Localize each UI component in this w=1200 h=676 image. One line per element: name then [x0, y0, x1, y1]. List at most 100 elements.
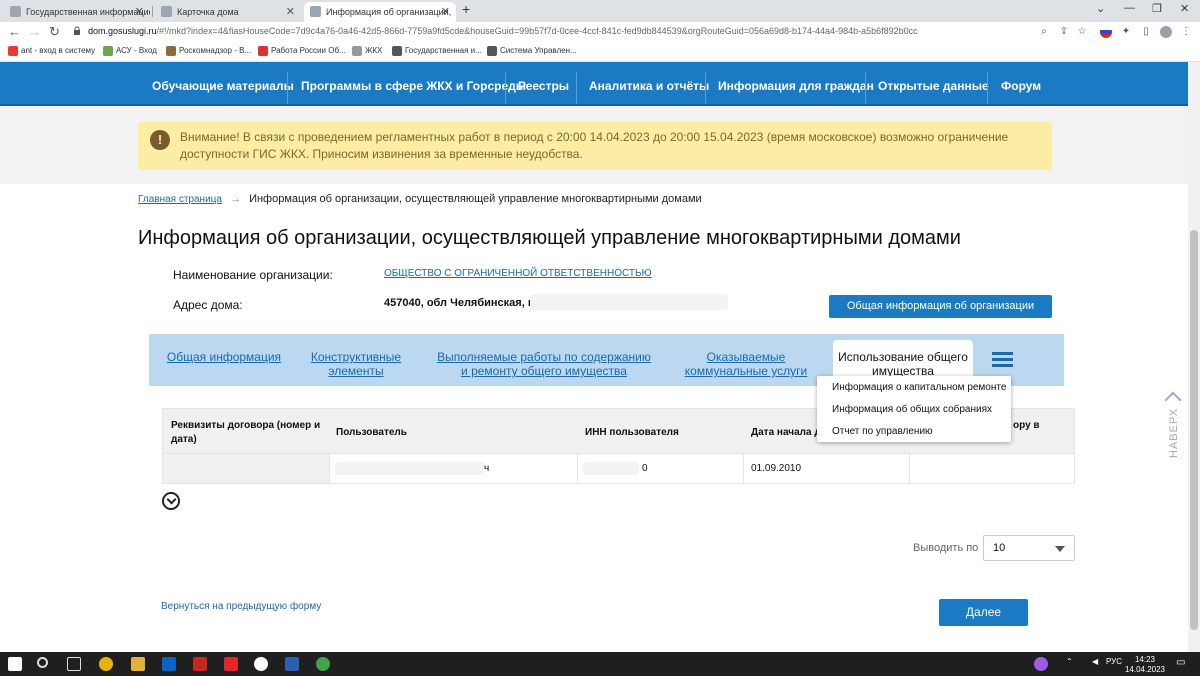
reload-icon[interactable]: ↻ [49, 24, 60, 40]
lock-icon [74, 26, 80, 35]
app-icon[interactable] [316, 657, 330, 671]
browser-tab[interactable]: Государственная информацио ✕ [4, 2, 150, 22]
page-size-label: Выводить по [913, 542, 979, 554]
word-icon[interactable] [285, 657, 299, 671]
tab-general-info[interactable]: Общая информация [166, 350, 282, 364]
star-icon[interactable]: ☆ [1076, 26, 1088, 38]
column-header: Реквизиты договора (номер и дата) [171, 420, 321, 445]
back-to-previous-link[interactable]: Вернуться на предыдущую форму [161, 601, 321, 612]
breadcrumb: Главная страница → Информация об организ… [138, 193, 702, 205]
windows-taskbar: ⌃ ◀ РУС 14:23 14.04.2023 ▭ [0, 652, 1200, 676]
bookmark-item[interactable]: Работа России Об... [258, 46, 346, 56]
warning-text: Внимание! В связи с проведением регламен… [180, 130, 1009, 161]
acrobat-icon[interactable] [193, 657, 207, 671]
redacted-area [335, 462, 485, 475]
next-button[interactable]: Далее [939, 599, 1028, 626]
org-name-label: Наименование организации: [173, 268, 333, 282]
tab-utility-services[interactable]: Оказываемые коммунальные услуги [682, 350, 810, 378]
tab-structural-elements[interactable]: Конструктивные элементы [306, 350, 406, 378]
bookmark-item[interactable]: Государственная и... [392, 46, 482, 56]
notifications-icon[interactable]: ▭ [1176, 657, 1185, 668]
column-header: ИНН пользователя [585, 427, 679, 438]
close-icon[interactable]: ✕ [286, 2, 295, 22]
tray-chevron-icon[interactable]: ⌃ [1066, 657, 1073, 666]
tab-title: Информация об организации, [326, 7, 452, 17]
menu-item-capital-repair[interactable]: Информация о капитальном ремонте [832, 382, 1006, 393]
nav-item-forum[interactable]: Форум [1001, 62, 1041, 106]
nav-item-learning[interactable]: Обучающие материалы [152, 62, 294, 106]
maintenance-warning: ! Внимание! В связи с проведением реглам… [138, 122, 1052, 170]
windows-start-icon[interactable] [8, 657, 22, 671]
browser-tab-bar: Государственная информацио ✕ Карточка до… [0, 0, 1200, 22]
tab-title: Карточка дома [177, 7, 239, 17]
bookmark-item[interactable]: Система Управлен... [487, 46, 577, 56]
search-icon[interactable] [37, 657, 48, 668]
close-icon[interactable]: ✕ [441, 2, 450, 22]
share-icon[interactable]: ⇪ [1058, 26, 1070, 38]
page-size-value: 10 [993, 542, 1006, 554]
task-view-icon[interactable] [67, 657, 81, 671]
bookmark-item[interactable]: АСУ - Вход [103, 46, 157, 56]
search-icon[interactable]: ⌕ [1038, 26, 1050, 38]
close-window-icon[interactable]: ✕ [1180, 2, 1189, 15]
breadcrumb-current: Информация об организации, осуществляюще… [249, 193, 702, 205]
column-header: Дата начала д [751, 427, 821, 438]
more-tabs-menu-icon[interactable] [992, 352, 1013, 368]
new-tab-icon[interactable]: + [462, 1, 470, 17]
redacted-area [583, 462, 639, 475]
menu-item-general-meetings[interactable]: Информация об общих собраниях [832, 404, 992, 415]
scroll-to-top-button[interactable]: НАВЕРХ [1160, 390, 1186, 470]
nav-item-analytics[interactable]: Аналитика и отчёты [589, 62, 709, 106]
browser-tab[interactable]: Карточка дома ✕ [155, 2, 301, 22]
nav-item-programs[interactable]: Программы в сфере ЖКХ и Горсреды [301, 62, 526, 106]
language-indicator[interactable]: РУС [1106, 657, 1122, 666]
table-cell-start-date: 01.09.2010 [751, 463, 802, 474]
yandex-icon[interactable] [224, 657, 238, 671]
chevron-down-icon[interactable]: ⌄ [1096, 2, 1105, 15]
bookmark-item[interactable]: Роскомнадзор - В... [166, 46, 251, 56]
forward-icon[interactable]: → [28, 24, 41, 39]
page-size-select[interactable]: 10 [983, 535, 1075, 561]
table-cell-user: ч [484, 463, 490, 474]
site-favicon-icon [161, 6, 172, 17]
menu-item-management-report[interactable]: Отчет по управлению [832, 426, 933, 437]
speaker-icon[interactable]: ◀ [1092, 657, 1098, 666]
nav-item-citizens[interactable]: Информация для граждан [718, 62, 874, 106]
system-clock[interactable]: 14:23 14.04.2023 [1124, 655, 1166, 675]
page-scrollbar[interactable] [1188, 62, 1200, 652]
table-row: ч 0 01.09.2010 [162, 454, 1075, 484]
breadcrumb-home-link[interactable]: Главная страница [138, 194, 222, 205]
scrollbar-thumb[interactable] [1190, 230, 1198, 630]
table-cell-inn: 0 [642, 463, 648, 474]
exclamation-icon: ! [150, 130, 170, 150]
back-icon[interactable]: ← [8, 24, 21, 39]
close-icon[interactable]: ✕ [135, 2, 144, 22]
bookmark-item[interactable]: ЖКХ [352, 46, 382, 56]
house-address-value: 457040, обл Челябинская, г [384, 297, 533, 309]
menu-icon[interactable]: ⋮ [1180, 26, 1192, 38]
flag-icon[interactable] [1100, 26, 1112, 38]
bookmark-item[interactable]: ant - вход в систему [8, 46, 95, 56]
site-favicon-icon [10, 6, 21, 17]
sidebar-icon[interactable]: ▯ [1140, 26, 1152, 38]
nav-item-open-data[interactable]: Открытые данные [878, 62, 989, 106]
site-main-nav: Обучающие материалы Программы в сфере ЖК… [0, 62, 1188, 106]
minimize-icon[interactable]: — [1124, 2, 1135, 14]
clock-time: 14:23 [1134, 655, 1156, 664]
extensions-icon[interactable]: ✦ [1120, 26, 1132, 38]
tab-maintenance-works[interactable]: Выполняемые работы по содержанию и ремон… [436, 350, 652, 378]
profile-icon[interactable] [1160, 26, 1172, 38]
org-name-link[interactable]: ОБЩЕСТВО С ОГРАНИЧЕННОЙ ОТВЕТСТВЕННОСТЬЮ [384, 268, 652, 279]
url-field[interactable]: dom.gosuslugi.ru/#!/mkd?index=4&fiasHous… [88, 26, 918, 36]
file-explorer-icon[interactable] [131, 657, 145, 671]
nav-item-registries[interactable]: Реестры [518, 62, 569, 106]
outlook-icon[interactable] [162, 657, 176, 671]
assistant-icon[interactable] [1034, 657, 1048, 671]
yandex-browser-icon[interactable] [254, 657, 268, 671]
browser-tab-active[interactable]: Информация об организации, ✕ [304, 2, 456, 22]
chrome-icon[interactable] [99, 657, 113, 671]
breadcrumb-arrow-icon: → [230, 193, 242, 205]
general-org-info-button[interactable]: Общая информация об организации [829, 295, 1052, 318]
restore-icon[interactable]: ❐ [1152, 2, 1162, 15]
expand-chevron-icon[interactable] [162, 492, 180, 510]
